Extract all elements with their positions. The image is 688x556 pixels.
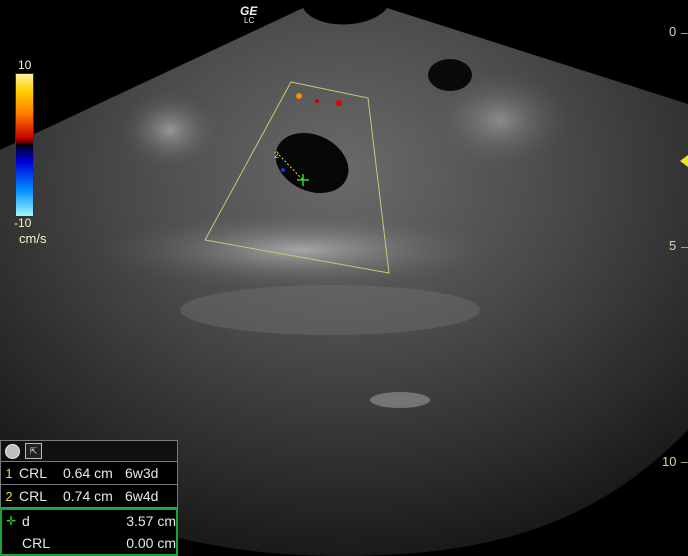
ge-logo: GE LC <box>240 4 258 25</box>
depth-tick <box>681 33 688 34</box>
measurement-row-1[interactable]: 1 CRL 0.64 cm 6w3d <box>0 462 178 485</box>
depth-label-10: 10 <box>662 454 677 469</box>
color-scale-bar <box>15 73 34 217</box>
color-scale-max: 10 <box>18 58 32 72</box>
active-row-crl: CRL 0.00 cm <box>2 532 176 554</box>
depth-tick <box>681 247 688 248</box>
measurement-row-2[interactable]: 2 CRL 0.74 cm 6w4d <box>0 485 178 508</box>
depth-tick <box>681 462 688 463</box>
active-row-d: d 3.57 cm <box>2 510 176 532</box>
cross-caliper-icon: ✛ <box>6 514 17 528</box>
measurement-toolbar: ⇱ <box>0 440 178 462</box>
active-measurement[interactable]: ✛ d 3.57 cm CRL 0.00 cm <box>0 508 178 556</box>
cursor-icon[interactable]: ⇱ <box>25 443 42 459</box>
depth-label-0: 0 <box>669 24 677 39</box>
measurement-panel: ⇱ 1 CRL 0.64 cm 6w3d 2 CRL 0.74 cm 6w4d … <box>0 440 178 556</box>
depth-label-5: 5 <box>669 238 677 253</box>
circle-button-icon[interactable] <box>5 443 20 459</box>
color-scale-min: -10 <box>14 216 32 230</box>
focus-marker-icon[interactable] <box>680 155 688 167</box>
svg-text:2: 2 <box>274 150 279 160</box>
color-scale-unit: cm/s <box>19 231 47 246</box>
